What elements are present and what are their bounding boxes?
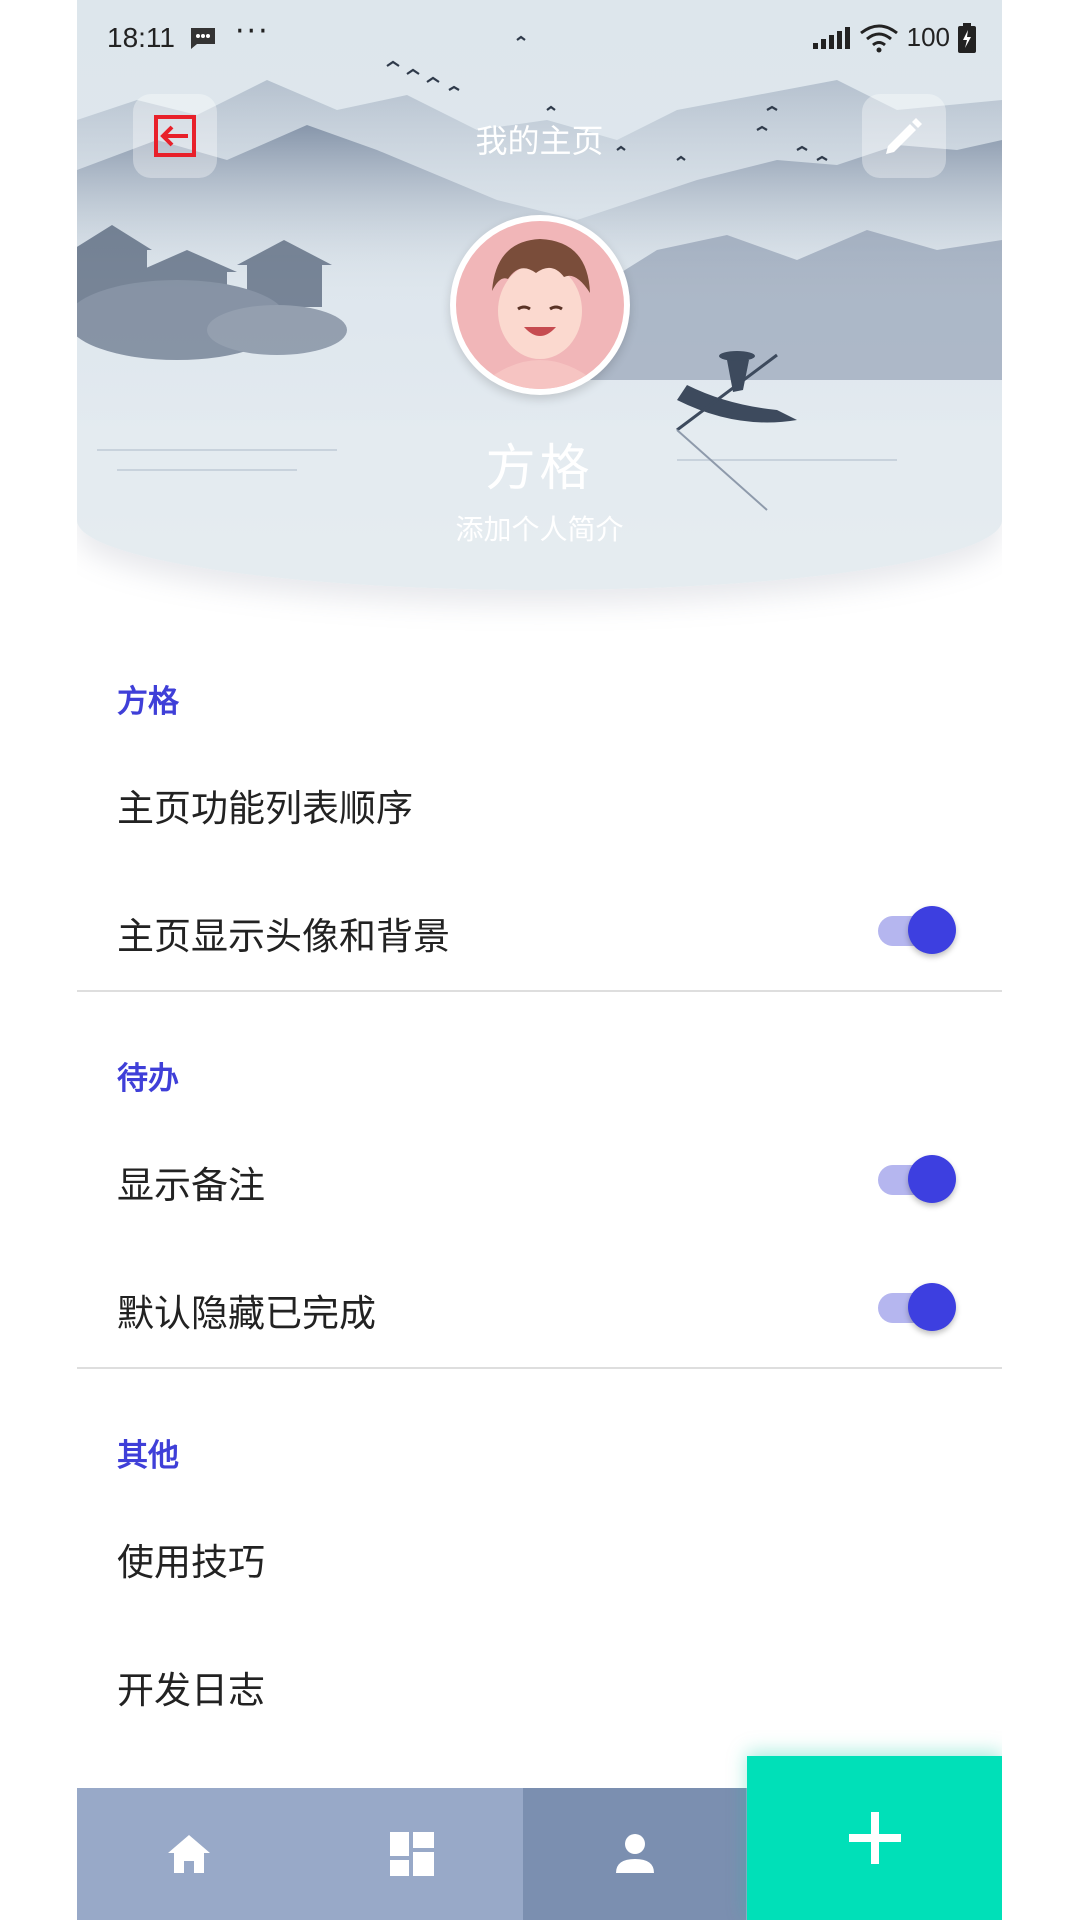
profile-header: 18:11 ··· 100 我的主页 方格 添加个人简介	[77, 0, 1002, 590]
add-button[interactable]	[747, 1756, 1002, 1920]
message-icon	[191, 28, 215, 49]
pencil-icon	[886, 118, 922, 154]
status-bar: 18:11 ··· 100	[77, 0, 1002, 78]
dashboard-icon	[389, 1832, 434, 1876]
setting-label: 显示备注	[117, 1164, 265, 1207]
plus-icon	[848, 1812, 901, 1864]
divider	[77, 990, 1002, 992]
battery-level: 100	[906, 22, 950, 52]
status-indicators: 100	[812, 22, 976, 53]
wifi-icon	[859, 24, 898, 52]
avatar[interactable]	[450, 215, 630, 395]
toggle-thumb	[908, 1283, 956, 1331]
setting-label: 开发日志	[117, 1669, 265, 1712]
section-header-other: 其他	[117, 1438, 179, 1474]
person-icon	[615, 1834, 654, 1873]
setting-row-dev-log[interactable]: 开发日志	[77, 1618, 1002, 1746]
battery-icon	[958, 22, 976, 53]
home-icon	[167, 1835, 210, 1873]
section-header-todo: 待办	[117, 1061, 179, 1097]
toggle-thumb	[908, 906, 956, 954]
setting-row-show-notes[interactable]: 显示备注	[77, 1113, 1002, 1241]
setting-row-show-avatar-background[interactable]: 主页显示头像和背景	[77, 864, 1002, 992]
nav-dashboard[interactable]	[300, 1788, 523, 1920]
setting-row-usage-tips[interactable]: 使用技巧	[77, 1490, 1002, 1618]
show-notes-toggle[interactable]	[878, 1155, 956, 1203]
bottom-navigation	[77, 1788, 747, 1920]
nav-home[interactable]	[77, 1788, 300, 1920]
more-notifications-icon: ···	[235, 14, 270, 49]
status-time: 18:11	[107, 22, 175, 53]
show-avatar-background-toggle[interactable]	[878, 906, 956, 954]
profile-name: 方格	[485, 439, 594, 497]
setting-label: 主页显示头像和背景	[117, 915, 450, 958]
toggle-thumb	[908, 1155, 956, 1203]
avatar-image	[456, 221, 624, 389]
nav-profile[interactable]	[523, 1788, 746, 1920]
profile-bio-link[interactable]: 添加个人简介	[77, 508, 1002, 548]
setting-label: 默认隐藏已完成	[117, 1292, 376, 1335]
edit-profile-button[interactable]	[862, 94, 946, 178]
divider	[77, 1367, 1002, 1369]
signal-icon	[812, 26, 850, 49]
setting-row-homepage-order[interactable]: 主页功能列表顺序	[77, 736, 1002, 864]
setting-row-hide-completed[interactable]: 默认隐藏已完成	[77, 1241, 1002, 1369]
hide-completed-toggle[interactable]	[878, 1283, 956, 1331]
setting-label: 主页功能列表顺序	[117, 787, 413, 830]
app-screen: 18:11 ··· 100 我的主页 方格 添加个人简介 方格 主页功能列表顺序…	[77, 0, 1002, 1920]
section-header-fangge: 方格	[117, 684, 179, 720]
setting-label: 使用技巧	[117, 1541, 265, 1584]
